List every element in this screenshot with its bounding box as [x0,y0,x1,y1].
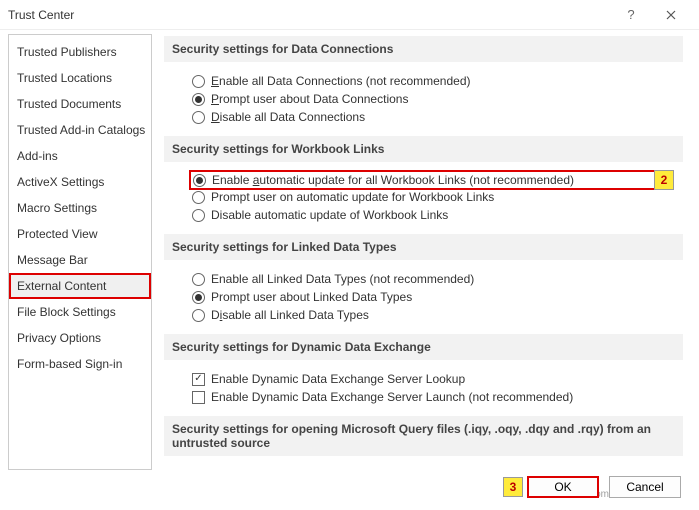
callout-3: 3 [503,477,523,497]
radio-enable-linked-data[interactable]: Enable all Linked Data Types (not recomm… [192,270,671,288]
window-title: Trust Center [8,8,611,22]
sidebar-item-protected-view[interactable]: Protected View [9,221,151,247]
radio-icon [192,209,205,222]
radio-prompt-data-connections[interactable]: Prompt user about Data Connections [192,90,671,108]
close-icon[interactable] [651,1,691,29]
radio-icon [192,75,205,88]
sidebar-item-macro-settings[interactable]: Macro Settings [9,195,151,221]
section-header-workbook-links: Security settings for Workbook Links [164,136,683,162]
options-linked-data: Enable all Linked Data Types (not recomm… [164,266,683,332]
callout-2: 2 [654,170,674,190]
main-panel: Security settings for Data Connections E… [152,34,691,470]
cancel-button[interactable]: Cancel [609,476,681,498]
checkbox-icon [192,391,205,404]
radio-icon [193,174,206,187]
radio-disable-workbook-links[interactable]: Disable automatic update of Workbook Lin… [192,206,671,224]
sidebar: Trusted Publishers Trusted Locations Tru… [8,34,152,470]
radio-prompt-linked-data[interactable]: Prompt user about Linked Data Types [192,288,671,306]
radio-icon [192,309,205,322]
radio-icon [192,273,205,286]
radio-enable-all-data-connections[interactable]: Enable all Data Connections (not recomme… [192,72,671,90]
radio-icon [192,291,205,304]
sidebar-item-add-ins[interactable]: Add-ins [9,143,151,169]
button-bar: wsxdn.com 3 OK Cancel [0,470,699,504]
radio-icon [192,191,205,204]
sidebar-item-trusted-locations[interactable]: Trusted Locations [9,65,151,91]
radio-icon [192,111,205,124]
sidebar-item-form-based-signin[interactable]: Form-based Sign-in [9,351,151,377]
sidebar-item-file-block-settings[interactable]: File Block Settings [9,299,151,325]
radio-icon [192,93,205,106]
titlebar: Trust Center ? [0,0,699,30]
sidebar-item-privacy-options[interactable]: Privacy Options [9,325,151,351]
section-header-query-files: Security settings for opening Microsoft … [164,416,683,456]
check-dde-lookup[interactable]: Enable Dynamic Data Exchange Server Look… [192,370,671,388]
sidebar-item-external-content[interactable]: External Content [9,273,151,299]
section-header-linked-data: Security settings for Linked Data Types [164,234,683,260]
sidebar-item-trusted-documents[interactable]: Trusted Documents [9,91,151,117]
options-workbook-links: Enable automatic update for all Workbook… [164,168,683,232]
options-dde: Enable Dynamic Data Exchange Server Look… [164,366,683,414]
radio-prompt-workbook-links[interactable]: Prompt user on automatic update for Work… [192,188,671,206]
sidebar-item-trusted-publishers[interactable]: Trusted Publishers [9,39,151,65]
sidebar-item-message-bar[interactable]: Message Bar [9,247,151,273]
sidebar-item-trusted-addin-catalogs[interactable]: Trusted Add-in Catalogs [9,117,151,143]
radio-enable-workbook-links[interactable]: Enable automatic update for all Workbook… [189,170,668,190]
section-header-data-connections: Security settings for Data Connections [164,36,683,62]
checkbox-icon [192,373,205,386]
options-data-connections: Enable all Data Connections (not recomme… [164,68,683,134]
radio-disable-data-connections[interactable]: Disable all Data Connections [192,108,671,126]
ok-button[interactable]: OK [527,476,599,498]
radio-disable-linked-data[interactable]: Disable all Linked Data Types [192,306,671,324]
options-query-files: Always block the connection of untrusted… [164,462,683,470]
sidebar-item-activex-settings[interactable]: ActiveX Settings [9,169,151,195]
section-header-dde: Security settings for Dynamic Data Excha… [164,334,683,360]
check-dde-launch[interactable]: Enable Dynamic Data Exchange Server Laun… [192,388,671,406]
dialog-body: Trusted Publishers Trusted Locations Tru… [0,30,699,470]
help-icon[interactable]: ? [611,1,651,29]
